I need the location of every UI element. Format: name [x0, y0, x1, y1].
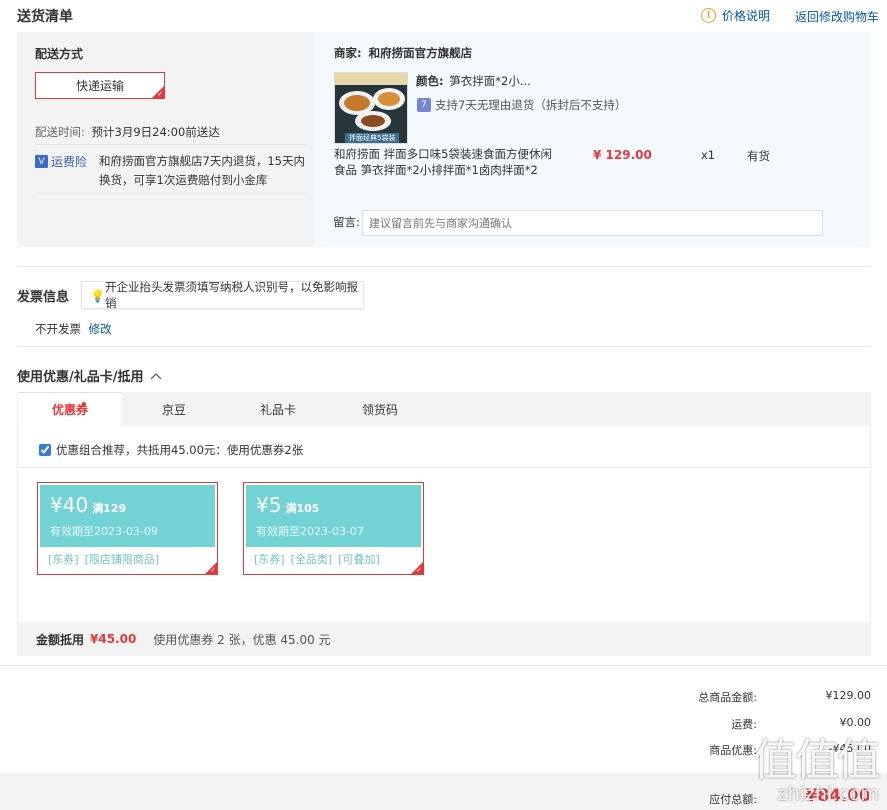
- shipping-method-label: 配送方式: [35, 47, 84, 61]
- coupon-summary-amount: ¥45.00: [90, 632, 137, 646]
- discount-label: 商品优惠:: [709, 744, 757, 757]
- invoice-tip: 💡 开企业抬头发票须填写纳税人识别号，以免影响报销: [81, 280, 364, 310]
- price-info-text: 价格说明: [722, 9, 771, 23]
- coupon-amount: ¥5: [256, 493, 282, 517]
- seven-day-return-icon: 7: [417, 98, 431, 112]
- section-divider: [17, 346, 871, 347]
- section-divider: [17, 266, 871, 267]
- coupon-tag: [东券]: [254, 553, 285, 566]
- payable-label: 应付总额:: [709, 793, 757, 806]
- delivery-section-title: 送货清单: [17, 9, 73, 25]
- coupon-card[interactable]: ¥5 满105 有效期至2023-03-07 [东券] [全品类] [可叠加] ✓: [243, 482, 424, 575]
- divider: [18, 467, 870, 468]
- watermark-site: zhizhi.com: [777, 783, 879, 805]
- total-items-value: ¥129.00: [825, 689, 872, 702]
- shipping-insurance-label: 运费险: [51, 155, 88, 169]
- message-input[interactable]: [362, 210, 823, 236]
- product-image-caption: 拌面经典5袋装: [349, 134, 396, 142]
- merchant-name: 和府捞面官方旗舰店: [368, 46, 473, 60]
- coupon-expiry: 有效期至2023-03-07: [256, 525, 364, 538]
- merchant-label: 商家:: [334, 46, 362, 60]
- product-color-row: 颜色: 笋衣拌面*2小...: [416, 73, 531, 89]
- invoice-status-row: 不开发票 修改: [35, 321, 112, 337]
- invoice-edit-link[interactable]: 修改: [89, 322, 112, 336]
- invoice-tip-text: 开企业抬头发票须填写纳税人识别号，以免影响报销: [105, 280, 358, 310]
- coupon-card[interactable]: ¥40 满129 有效期至2023-03-09 [东券] [限店铺限商品] ✓: [37, 482, 218, 575]
- shipping-insurance-tag[interactable]: V 运费险: [35, 153, 87, 170]
- coupon-amount-row: ¥5 满105: [256, 493, 319, 517]
- divider: [35, 144, 305, 145]
- coupon-summary-bar: 金额抵用 ¥45.00 使用优惠券 2 张，优惠 45.00 元: [17, 622, 871, 656]
- product-name[interactable]: 和府捞面 拌面多口味5袋装速食面方便休闲食品 笋衣拌面*2小排拌面*1卤肉拌面*…: [334, 146, 559, 178]
- divider: [35, 193, 305, 194]
- tab-redeem-code[interactable]: 领货码: [328, 392, 432, 426]
- tab-coupons[interactable]: 优惠券: [18, 392, 122, 426]
- coupon-tag: [东券]: [48, 553, 79, 566]
- coupon-summary-label: 金额抵用: [36, 632, 85, 647]
- coupon-tag: [可叠加]: [338, 553, 380, 566]
- express-shipping-label: 快递运输: [75, 79, 124, 93]
- section-divider: [0, 665, 887, 666]
- tab-gift-card[interactable]: 礼品卡: [226, 392, 330, 426]
- back-to-cart-link[interactable]: 返回修改购物车: [795, 8, 879, 25]
- coupon-header: ¥5 满105 有效期至2023-03-07: [246, 485, 421, 547]
- delivery-time-row: 配送时间: 预计3月9日24:00前送达: [35, 124, 220, 140]
- delivery-time-value: 预计3月9日24:00前送达: [91, 125, 220, 139]
- coupon-amount-row: ¥40 满129: [50, 493, 126, 517]
- chevron-up-icon: [150, 372, 161, 379]
- price-info-link[interactable]: ! 价格说明: [701, 7, 770, 24]
- coupons-section-title: 使用优惠/礼品卡/抵用: [17, 370, 144, 385]
- delivery-time-label: 配送时间:: [35, 125, 85, 139]
- return-policy-row: 7 支持7天无理由退货（拆封后不支持）: [417, 97, 626, 113]
- product-color-label: 颜色:: [416, 74, 444, 88]
- coupon-tag: [限店铺限商品]: [84, 553, 160, 566]
- coupon-amount: ¥40: [50, 493, 89, 517]
- message-label: 留言:: [333, 215, 360, 229]
- check-icon: ✓: [210, 566, 216, 574]
- coupon-tags: [东券] [全品类] [可叠加]: [254, 551, 386, 567]
- coupon-header: ¥40 满129 有效期至2023-03-09: [40, 485, 215, 547]
- check-icon: ✓: [157, 90, 163, 98]
- express-shipping-option[interactable]: 快递运输 ✓: [35, 72, 165, 99]
- invoice-section-title: 发票信息: [17, 290, 70, 305]
- coupon-tags: [东券] [限店铺限商品]: [48, 551, 165, 567]
- new-dot-icon: [82, 402, 86, 406]
- product-quantity: x1: [701, 148, 716, 162]
- shield-icon: V: [35, 155, 48, 168]
- coupons-section-toggle[interactable]: 使用优惠/礼品卡/抵用: [17, 366, 162, 385]
- lightbulb-icon: 💡: [90, 288, 105, 303]
- recommend-text: 优惠组合推荐，共抵用45.00元：使用优惠券2张: [56, 443, 304, 457]
- invoice-status: 不开发票: [35, 322, 81, 336]
- recommend-checkbox[interactable]: [39, 444, 51, 456]
- tab-jingdou[interactable]: 京豆: [122, 392, 226, 426]
- total-items-label: 总商品金额:: [698, 691, 757, 704]
- watermark-logo: 值值值: [753, 735, 881, 786]
- shipping-insurance-desc: 和府捞面官方旗舰店7天内退货，15天内换货，可享1次运费赔付到小金库: [99, 154, 305, 187]
- coupon-expiry: 有效期至2023-03-09: [50, 525, 158, 538]
- warning-icon: !: [701, 8, 716, 23]
- coupon-tag: [全品类]: [290, 553, 333, 566]
- product-stock: 有货: [747, 149, 770, 163]
- coupon-summary-desc: 使用优惠券 2 张，优惠 45.00 元: [153, 632, 331, 647]
- check-icon: ✓: [416, 566, 422, 574]
- recommend-row: 优惠组合推荐，共抵用45.00元：使用优惠券2张: [39, 442, 303, 458]
- merchant-row: 商家: 和府捞面官方旗舰店: [334, 45, 472, 61]
- product-thumbnail[interactable]: 拌面经典5袋装: [334, 72, 408, 144]
- coupon-condition: 满129: [92, 502, 127, 515]
- product-color-value: 笋衣拌面*2小...: [449, 74, 531, 88]
- coupon-condition: 满105: [285, 502, 320, 515]
- return-policy-text: 支持7天无理由退货（拆封后不支持）: [435, 98, 627, 112]
- product-price: ¥ 129.00: [593, 148, 652, 162]
